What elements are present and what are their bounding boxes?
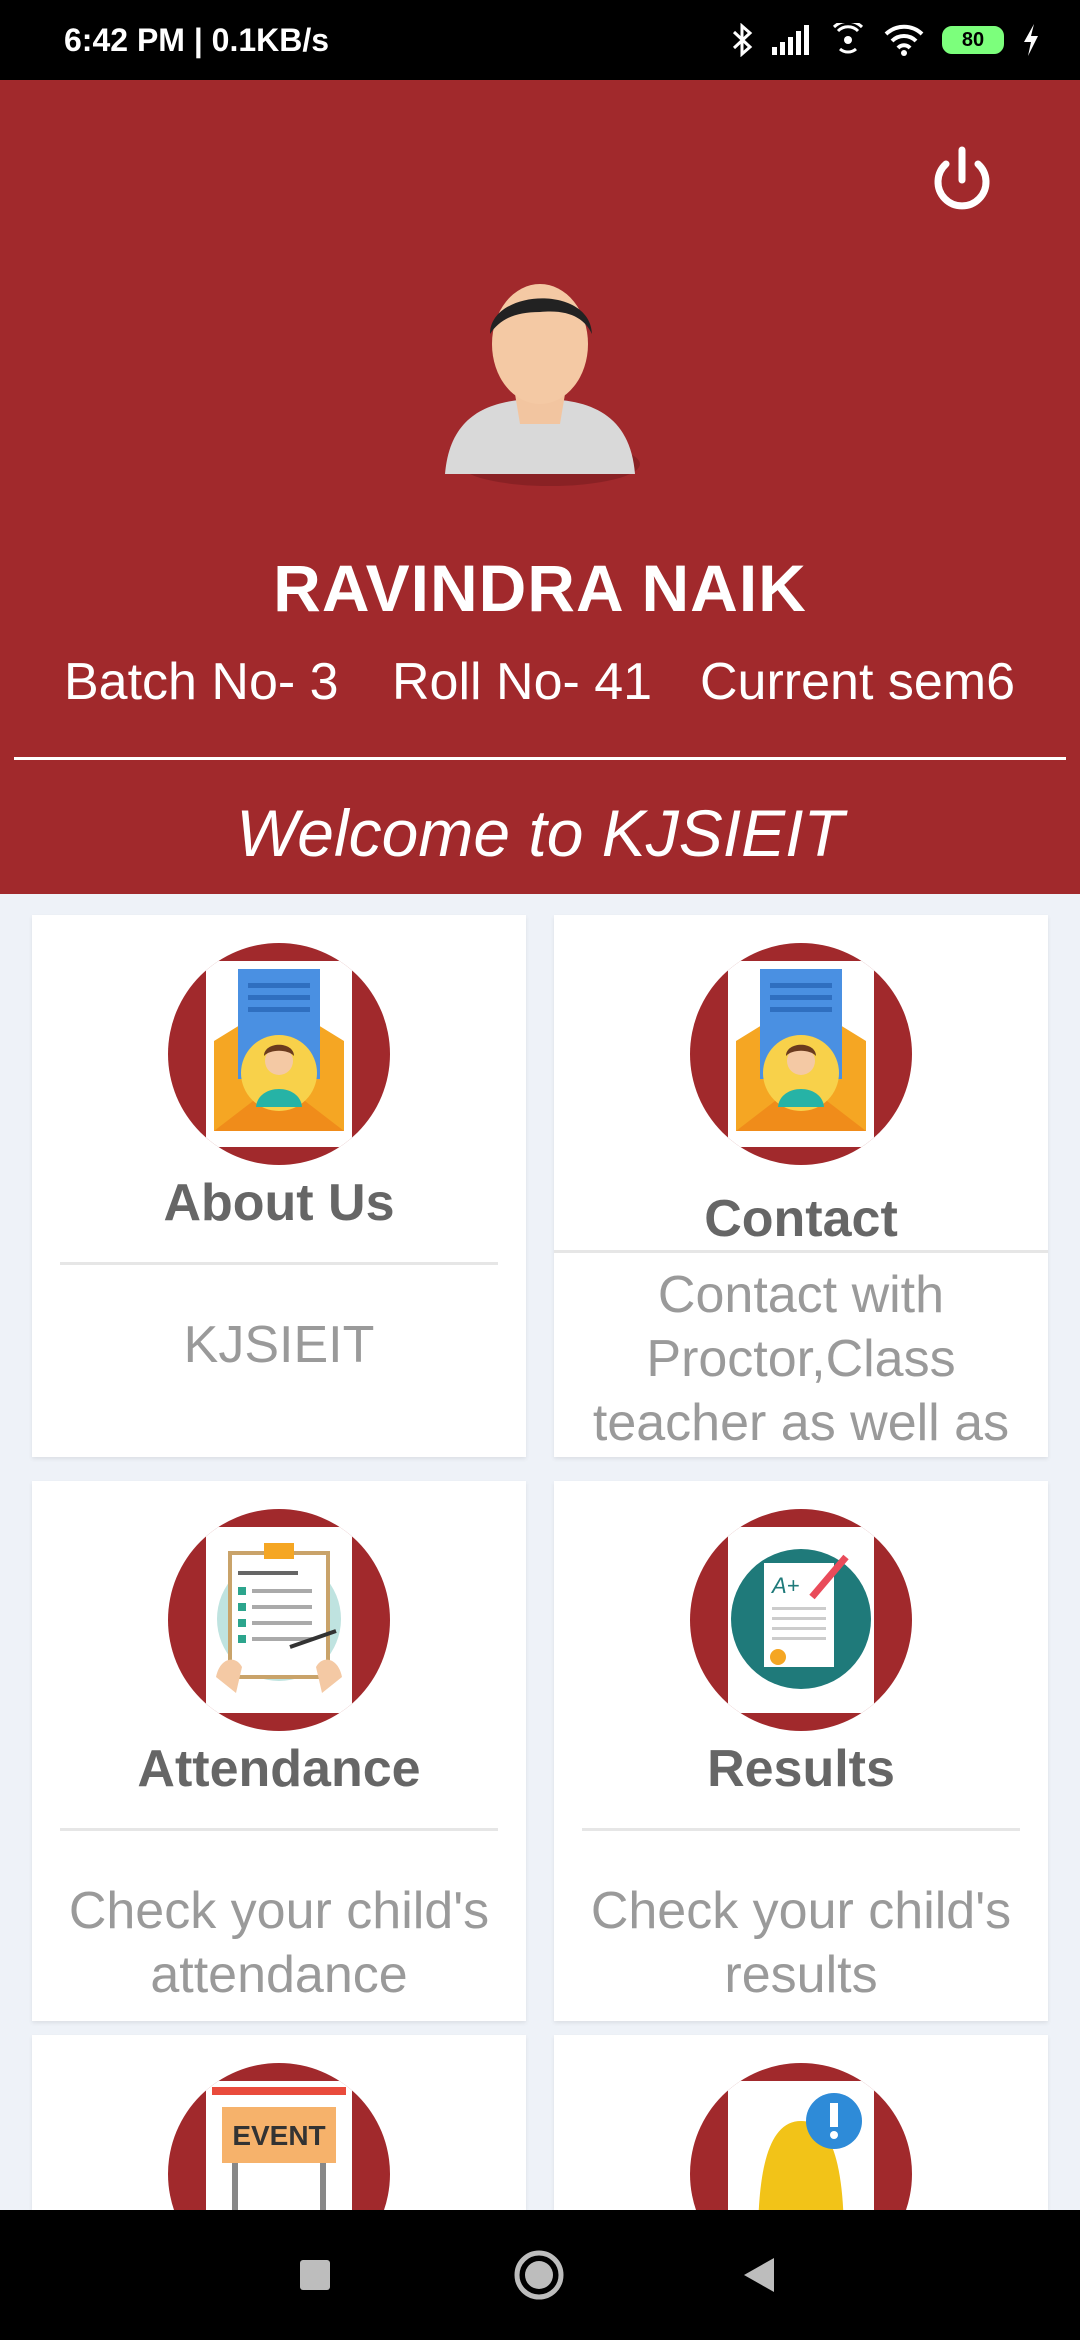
card-divider	[60, 1828, 498, 1831]
avatar	[445, 284, 640, 486]
results-icon: A+	[690, 1509, 912, 1731]
batch-number: Batch No- 3	[64, 653, 339, 711]
about-us-card[interactable]: About Us KJSIEIT	[32, 915, 526, 1457]
student-name: RAVINDRA NAIK	[273, 551, 807, 625]
about-us-description: KJSIEIT	[183, 1316, 375, 1374]
attendance-title: Attendance	[137, 1740, 421, 1798]
battery-icon: 80	[942, 26, 1004, 54]
about-us-icon	[168, 943, 390, 1165]
status-icons: 80	[732, 20, 1040, 60]
attendance-description: Check your child's attendance	[68, 1882, 490, 2004]
results-title: Results	[707, 1740, 895, 1798]
status-time: 6:42 PM | 0.1KB/s	[64, 22, 330, 58]
recents-button[interactable]	[298, 2258, 332, 2292]
events-card[interactable]: EVENT	[32, 2035, 526, 2210]
card-divider	[554, 1250, 1048, 1253]
welcome-text: Welcome to KJSIEIT	[236, 796, 844, 870]
wifi-icon	[884, 24, 924, 56]
home-button[interactable]	[512, 2248, 566, 2302]
system-nav-bar	[0, 2210, 1080, 2340]
event-icon: EVENT	[168, 2063, 390, 2210]
header-divider	[14, 757, 1066, 760]
contact-icon	[690, 943, 912, 1165]
power-icon[interactable]	[922, 142, 1002, 222]
profile-header: RAVINDRA NAIK Batch No- 3 Roll No- 41 Cu…	[0, 80, 1080, 894]
signal-icon	[772, 25, 809, 55]
svg-text:A+: A+	[770, 1573, 800, 1598]
attendance-card[interactable]: Attendance Check your child's attendance	[32, 1481, 526, 2021]
roll-number: Roll No- 41	[392, 653, 653, 711]
hotspot-icon	[832, 23, 864, 54]
notifications-card[interactable]	[554, 2035, 1048, 2210]
charging-icon	[1024, 24, 1038, 56]
about-us-title: About Us	[163, 1174, 395, 1232]
status-bar: 6:42 PM | 0.1KB/s 80	[0, 0, 1080, 80]
event-sign-text: EVENT	[232, 2120, 325, 2151]
results-card[interactable]: A+ Results Check your child's results	[554, 1481, 1048, 2021]
back-button[interactable]	[742, 2256, 776, 2294]
results-description: Check your child's results	[590, 1882, 1012, 2004]
card-divider	[60, 1262, 498, 1265]
contact-title: Contact	[704, 1190, 898, 1248]
attendance-icon	[168, 1509, 390, 1731]
card-divider	[582, 1828, 1020, 1831]
bluetooth-icon	[732, 23, 753, 57]
bell-icon	[690, 2063, 912, 2210]
contact-description: Contact with Proctor,Class teacher as we…	[592, 1266, 1010, 1452]
current-semester: Current sem6	[700, 653, 1015, 711]
contact-card[interactable]: Contact Contact with Proctor,Class teach…	[554, 915, 1048, 1457]
